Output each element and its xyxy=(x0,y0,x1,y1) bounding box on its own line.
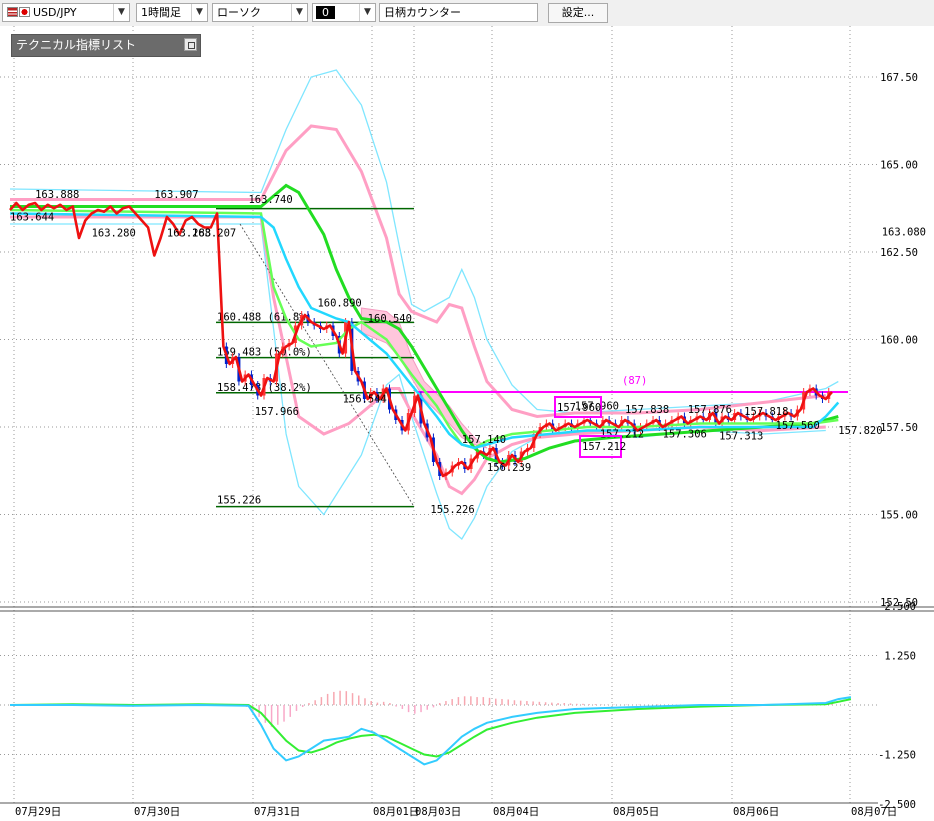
chart-kind-label: ローソク xyxy=(217,6,261,19)
chevron-down-icon: ▼ xyxy=(191,4,207,21)
osc-axis-tick: 1.250 xyxy=(884,651,916,663)
price-label: 156.544 xyxy=(343,394,387,406)
x-axis-tick: 08月04日 xyxy=(493,806,539,818)
price-axis-tick: 160.00 xyxy=(880,335,918,347)
jp-flag-icon xyxy=(19,7,30,17)
swing-low-label: 155.226 xyxy=(217,495,261,507)
highlight-box-label: 157.212 xyxy=(582,441,626,453)
counter-field[interactable]: 日柄カウンター xyxy=(379,3,538,22)
x-axis-tick: 08月05日 xyxy=(613,806,659,818)
x-axis-tick: 08月01日 xyxy=(373,806,419,818)
x-axis-tick: 08月06日 xyxy=(733,806,779,818)
price-label: 163.280 xyxy=(92,227,136,239)
price-axis-tick: 165.00 xyxy=(880,160,918,172)
price-label: 160.890 xyxy=(317,297,361,309)
indicator-list-title: テクニカル指標リスト xyxy=(16,38,137,52)
symbol-select[interactable]: USD/JPY ▼ xyxy=(2,3,130,22)
settings-button[interactable]: 設定... xyxy=(548,3,608,23)
mode-select[interactable]: 0 ▼ xyxy=(312,3,376,22)
x-axis-tick: 07月31日 xyxy=(254,806,300,818)
us-flag-icon xyxy=(7,7,18,17)
price-label: 163.888 xyxy=(35,189,79,201)
restore-icon[interactable] xyxy=(184,38,197,51)
mode-value: 0 xyxy=(316,6,335,19)
price-label: 163.644 xyxy=(10,212,54,224)
symbol-label: USD/JPY xyxy=(33,6,77,19)
indicator-list-panel[interactable]: テクニカル指標リスト xyxy=(11,34,201,57)
price-label: 156.239 xyxy=(487,462,531,474)
price-label: 157.876 xyxy=(688,404,732,416)
toolbar: USD/JPY ▼ 1時間足 ▼ ローソク ▼ 0 ▼ 日柄カウンター 設定..… xyxy=(0,0,934,27)
price-label: 157.818 xyxy=(744,406,788,418)
price-axis-tick: 167.50 xyxy=(880,72,918,84)
price-axis-tick: 162.50 xyxy=(880,247,918,259)
resistance-label: (87) xyxy=(622,375,647,387)
fib-level-label: 159.483 (50.0%) xyxy=(217,347,312,359)
price-label: 157.838 xyxy=(625,404,669,416)
osc-axis-tick: -1.250 xyxy=(878,750,916,762)
price-axis-tick: 157.50 xyxy=(880,422,918,434)
price-label: 157.560 xyxy=(776,420,820,432)
highlight-box-label: 157.960 xyxy=(557,402,601,414)
price-label: 157.140 xyxy=(462,434,506,446)
chevron-down-icon: ▼ xyxy=(113,4,129,21)
x-axis-tick: 08月03日 xyxy=(415,806,461,818)
chart-area: 160.488 (61.8%)159.483 (50.0%)158.478 (3… xyxy=(0,26,934,821)
price-label: 157.966 xyxy=(255,406,299,418)
chevron-down-icon: ▼ xyxy=(359,4,375,21)
counter-label: 日柄カウンター xyxy=(384,6,461,19)
x-axis-tick: 08月07日 xyxy=(851,806,897,818)
price-label: 160.540 xyxy=(368,313,412,325)
chevron-down-icon: ▼ xyxy=(291,4,307,21)
osc-axis-tick: 2.500 xyxy=(884,601,916,613)
price-label: 163.907 xyxy=(154,189,198,201)
price-label: 157.313 xyxy=(719,430,763,442)
price-label: 157.820 xyxy=(838,425,882,437)
x-axis-tick: 07月30日 xyxy=(134,806,180,818)
timeframe-label: 1時間足 xyxy=(141,6,181,19)
price-label: 163.207 xyxy=(192,227,236,239)
x-axis-tick: 07月29日 xyxy=(15,806,61,818)
chart-kind-select[interactable]: ローソク ▼ xyxy=(212,3,308,22)
current-price-tag: 163.080 xyxy=(882,227,926,239)
price-label: 157.306 xyxy=(663,429,707,441)
price-label: 155.226 xyxy=(430,504,474,516)
timeframe-select[interactable]: 1時間足 ▼ xyxy=(136,3,208,22)
price-label: 163.740 xyxy=(248,194,292,206)
price-axis-tick: 155.00 xyxy=(880,510,918,522)
